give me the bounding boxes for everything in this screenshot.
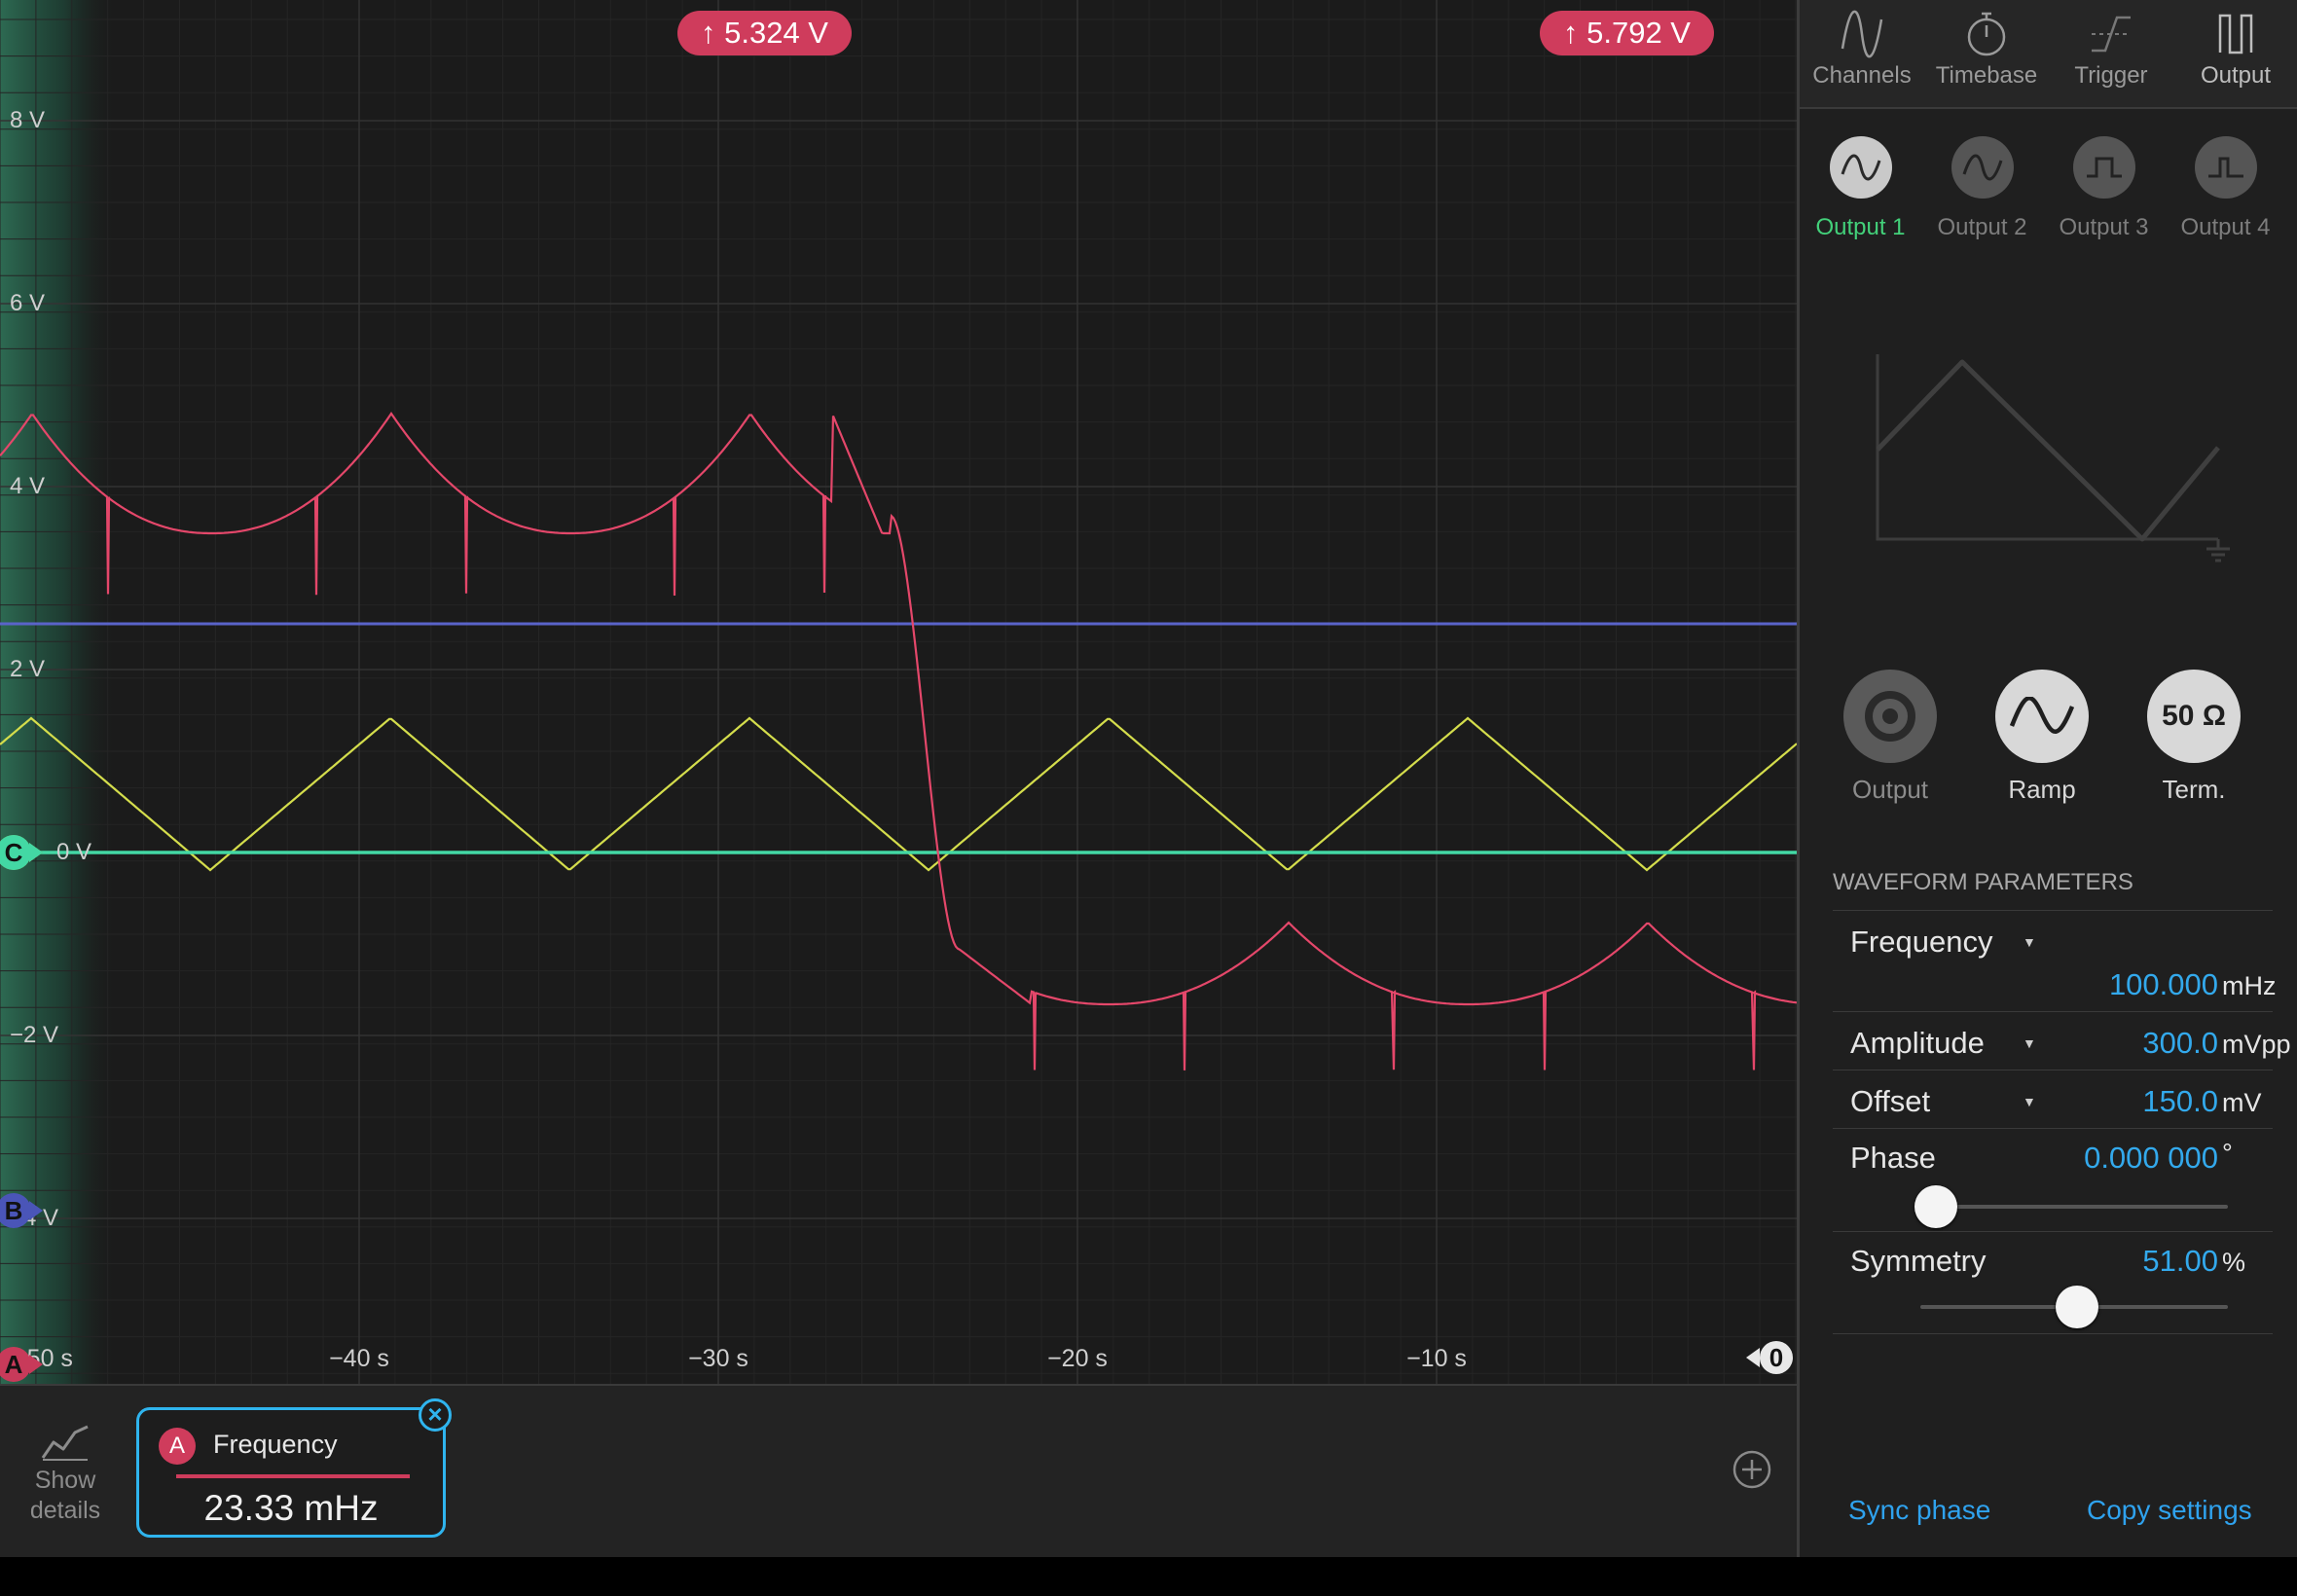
button-label: Output: [1851, 775, 1929, 804]
button-label: Ramp: [2008, 775, 2076, 804]
sine-wave-icon: [1841, 10, 1883, 58]
tab-timebase[interactable]: Timebase: [1924, 0, 2049, 107]
trend-chart-icon: [41, 1425, 89, 1461]
button-label: Term.: [2162, 775, 2226, 804]
output-3-tab[interactable]: Output 3: [2043, 136, 2165, 241]
symmetry-slider-handle[interactable]: [2056, 1286, 2099, 1328]
output-label: Output 4: [2180, 214, 2271, 240]
cursor-2-readout[interactable]: ↑ 5.792 V: [1540, 11, 1714, 55]
pulse-output-icon: [2218, 14, 2253, 54]
section-header: WAVEFORM PARAMETERS: [1833, 869, 2133, 895]
output-1-tab[interactable]: Output 1: [1800, 136, 1921, 241]
waveform-preview: [1876, 354, 2230, 562]
show-details-label: details: [29, 1497, 101, 1524]
output-label: Output 2: [1937, 214, 2027, 240]
tab-label: Trigger: [2074, 62, 2148, 89]
y-tick-label: 8 V: [10, 107, 46, 133]
param-label: Amplitude: [1850, 1026, 1985, 1060]
sine-icon: [1962, 154, 2002, 181]
tab-channels[interactable]: Channels: [1800, 0, 1924, 107]
pulse-icon: [2207, 157, 2243, 178]
waveform-canvas[interactable]: [0, 0, 1797, 1384]
phase-value[interactable]: 0.000 000: [2084, 1141, 2218, 1176]
phase-slider-handle[interactable]: [1914, 1185, 1957, 1228]
param-unit: mHz: [2222, 971, 2277, 1000]
frequency-measurement-card[interactable]: A Frequency 23.33 mHz ×: [136, 1398, 452, 1538]
measurement-name: Frequency: [213, 1430, 338, 1459]
x-tick-label: −30 s: [688, 1345, 748, 1372]
y-tick-label: −2 V: [10, 1022, 59, 1048]
scope-plot-area[interactable]: ↑ 5.324 V ↑ 5.792 V 8 V 6 V 4 V 2 V 0 V …: [0, 0, 1797, 1384]
x-tick-label: −20 s: [1047, 1345, 1108, 1372]
output-label: Output 3: [2059, 214, 2149, 240]
stopwatch-icon: [1967, 12, 2006, 56]
param-label: Offset: [1850, 1084, 1931, 1118]
ground-icon: [2206, 539, 2230, 562]
dropdown-caret-icon[interactable]: ▼: [2023, 1094, 2036, 1109]
param-unit: °: [2222, 1139, 2233, 1168]
trigger-time-marker[interactable]: 0: [1746, 1341, 1793, 1374]
output-settings-panel: Channels Timebase Trigger Output Output …: [1797, 0, 2297, 1557]
frequency-row[interactable]: Frequency ▼ 100.000 mHz: [1833, 910, 2277, 1012]
cursor-1-readout[interactable]: ↑ 5.324 V: [677, 11, 852, 55]
tab-output[interactable]: Output: [2173, 0, 2297, 107]
amplitude-value[interactable]: 300.0: [2142, 1026, 2218, 1061]
symmetry-row[interactable]: Symmetry 51.00 %: [1833, 1231, 2273, 1334]
y-tick-label: 0 V: [56, 839, 92, 865]
channel-color-line: [176, 1474, 410, 1478]
param-unit: %: [2222, 1248, 2246, 1277]
phase-slider-track[interactable]: [1920, 1205, 2228, 1209]
sync-phase-button[interactable]: Sync phase: [1848, 1495, 1990, 1526]
tab-label: Timebase: [1935, 62, 2038, 89]
history-edge-shade: [0, 0, 117, 1384]
tab-trigger[interactable]: Trigger: [2049, 0, 2173, 107]
param-unit: mV: [2222, 1088, 2262, 1117]
measurement-value: 23.33 mHz: [203, 1488, 379, 1528]
offset-value[interactable]: 150.0: [2142, 1084, 2218, 1119]
amplitude-row[interactable]: Amplitude ▼ 300.0 mVpp: [1833, 1011, 2291, 1070]
param-label: Phase: [1850, 1141, 1936, 1175]
symmetry-value[interactable]: 51.00: [2142, 1244, 2218, 1279]
ramp-icon: [2009, 697, 2075, 734]
measurement-bar: Show details A Frequency 23.33 mHz ×: [0, 1384, 1797, 1557]
frequency-value[interactable]: 100.000: [2109, 967, 2218, 1002]
x-tick-label: −10 s: [1406, 1345, 1467, 1372]
y-tick-label: 2 V: [10, 656, 46, 682]
copy-settings-button[interactable]: Copy settings: [2087, 1495, 2252, 1526]
close-icon[interactable]: ×: [419, 1398, 452, 1432]
channel-badge: A: [159, 1428, 196, 1465]
dropdown-caret-icon[interactable]: ▼: [2023, 1035, 2036, 1051]
param-label: Frequency: [1850, 925, 1993, 959]
y-tick-label: 4 V: [10, 473, 46, 499]
x-tick-label: −40 s: [329, 1345, 389, 1372]
power-ring-icon: [1865, 691, 1915, 742]
param-unit: mVpp: [2222, 1030, 2291, 1059]
output-label: Output 1: [1815, 214, 1906, 240]
y-tick-label: 6 V: [10, 290, 46, 316]
offset-row[interactable]: Offset ▼ 150.0 mV: [1833, 1070, 2273, 1129]
sine-icon: [1841, 154, 1880, 181]
termination-value: 50 Ω: [2162, 700, 2226, 732]
ramp-wave-button[interactable]: Ramp: [1988, 670, 2096, 805]
dropdown-caret-icon[interactable]: ▼: [2023, 934, 2036, 950]
output-4-tab[interactable]: Output 4: [2165, 136, 2286, 241]
show-details-button[interactable]: Show details: [19, 1423, 111, 1526]
param-label: Symmetry: [1850, 1244, 1987, 1278]
tab-label: Channels: [1812, 62, 1912, 89]
top-tab-bar: Channels Timebase Trigger Output: [1800, 0, 2297, 109]
termination-button[interactable]: 50 Ω Term.: [2140, 670, 2247, 805]
square-icon: [2086, 157, 2122, 178]
output-2-tab[interactable]: Output 2: [1921, 136, 2043, 241]
show-details-label: Show: [34, 1467, 96, 1494]
add-measurement-icon[interactable]: [1732, 1450, 1771, 1489]
tab-label: Output: [2200, 62, 2272, 89]
output-enable-button[interactable]: Output: [1837, 670, 1944, 805]
phase-row[interactable]: Phase 0.000 000 °: [1833, 1128, 2273, 1232]
trigger-edge-icon: [2092, 16, 2131, 53]
